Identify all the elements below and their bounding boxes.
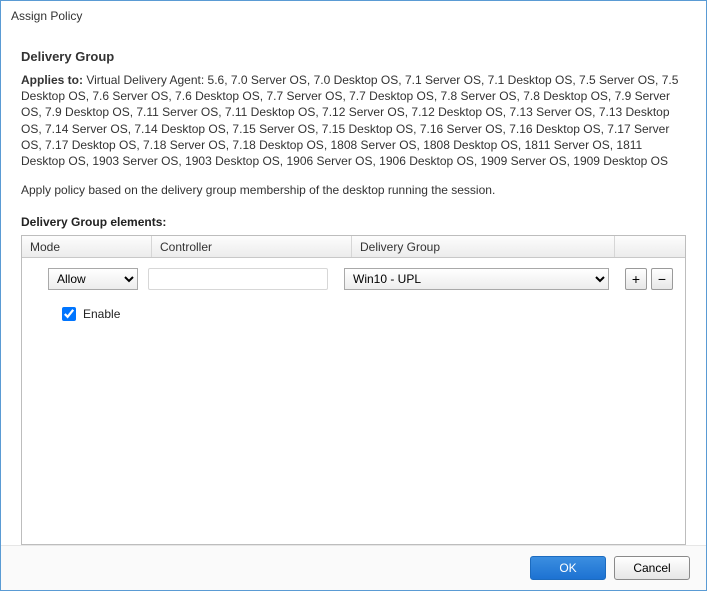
col-header-delivery-group[interactable]: Delivery Group <box>352 236 615 257</box>
ok-button[interactable]: OK <box>530 556 606 580</box>
remove-row-button[interactable]: − <box>651 268 673 290</box>
dialog-content: Delivery Group Applies to: Virtual Deliv… <box>1 27 706 545</box>
col-header-actions <box>615 236 685 257</box>
enable-label: Enable <box>83 307 120 321</box>
grid-body: Allow Win10 - UPL + − <box>22 258 685 544</box>
assign-policy-dialog: Assign Policy Delivery Group Applies to:… <box>0 0 707 591</box>
row-actions: + − <box>625 268 673 290</box>
applies-to-block: Applies to: Virtual Delivery Agent: 5.6,… <box>21 72 686 169</box>
col-header-mode[interactable]: Mode <box>22 236 152 257</box>
elements-grid: Mode Controller Delivery Group Allow Win… <box>21 235 686 545</box>
applies-to-text: Virtual Delivery Agent: 5.6, 7.0 Server … <box>21 73 678 168</box>
cancel-button[interactable]: Cancel <box>614 556 690 580</box>
col-header-controller[interactable]: Controller <box>152 236 352 257</box>
grid-header: Mode Controller Delivery Group <box>22 236 685 258</box>
enable-checkbox[interactable] <box>62 307 76 321</box>
policy-description: Apply policy based on the delivery group… <box>21 183 686 197</box>
plus-icon: + <box>632 272 640 286</box>
section-header: Delivery Group <box>21 49 686 64</box>
element-row: Allow Win10 - UPL + − <box>32 268 675 290</box>
applies-to-label: Applies to: <box>21 73 83 87</box>
window-title: Assign Policy <box>1 1 706 27</box>
add-row-button[interactable]: + <box>625 268 647 290</box>
dialog-footer: OK Cancel <box>1 545 706 590</box>
delivery-group-select[interactable]: Win10 - UPL <box>344 268 609 290</box>
minus-icon: − <box>658 272 666 286</box>
elements-label: Delivery Group elements: <box>21 215 686 229</box>
enable-row: Enable <box>58 304 675 324</box>
mode-select[interactable]: Allow <box>48 268 138 290</box>
controller-input[interactable] <box>148 268 328 290</box>
